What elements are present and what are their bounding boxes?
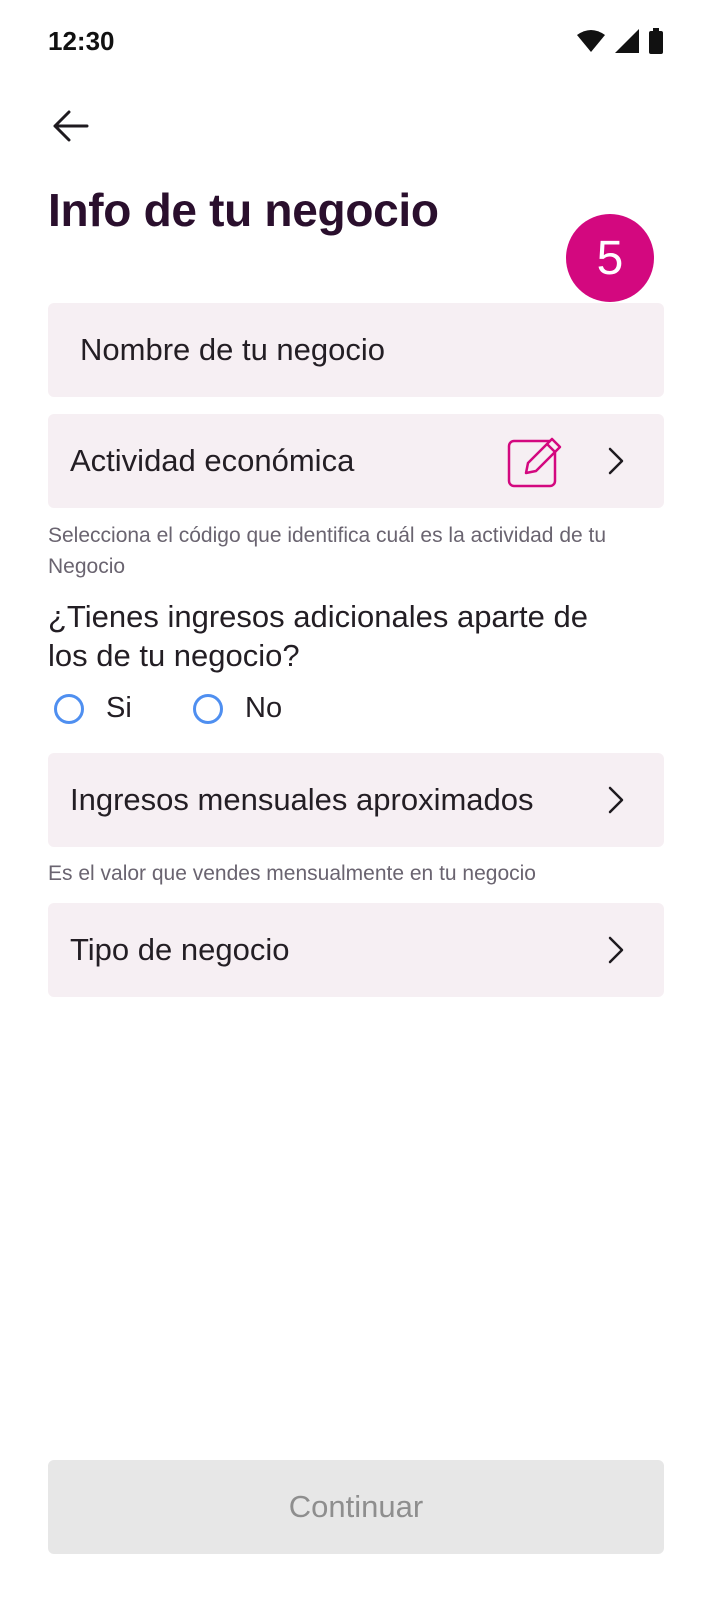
radio-si[interactable]: Si [54,692,132,725]
business-type-field[interactable]: Tipo de negocio [48,903,664,997]
chevron-right-icon [608,786,624,814]
radio-circle [54,693,84,724]
arrow-left-icon [53,110,89,142]
page-title: Info de tu negocio [48,184,439,236]
economic-activity-label: Actividad económica [70,443,355,478]
monthly-income-helper: Es el valor que vendes mensualmente en t… [48,862,536,885]
business-name-placeholder: Nombre de tu negocio [80,332,386,367]
business-type-label: Tipo de negocio [70,932,290,967]
economic-activity-helper: Selecciona el código que identifica cuál… [48,524,607,578]
edit-button[interactable] [506,433,564,489]
battery-icon [649,28,663,54]
radio-no-label: No [245,692,283,724]
wifi-icon [577,30,605,52]
economic-activity-field[interactable]: Actividad económica [48,414,664,508]
continue-button[interactable]: Continuar [48,1460,664,1554]
radio-circle [193,693,223,724]
status-icons [577,28,663,54]
business-name-field[interactable]: Nombre de tu negocio [48,303,664,397]
chevron-right-icon [608,936,624,964]
additional-income-question: ¿Tienes ingresos adicionales aparte de l… [48,599,588,673]
radio-si-label: Si [106,692,132,724]
status-time: 12:30 [48,26,115,56]
signal-icon [615,29,639,53]
monthly-income-label: Ingresos mensuales aproximados [70,782,534,817]
radio-no[interactable]: No [193,692,282,725]
edit-icon [507,437,562,488]
step-badge: 5 [566,214,654,302]
monthly-income-field[interactable]: Ingresos mensuales aproximados [48,753,664,847]
back-button[interactable] [44,100,96,152]
chevron-right-icon [608,447,624,475]
